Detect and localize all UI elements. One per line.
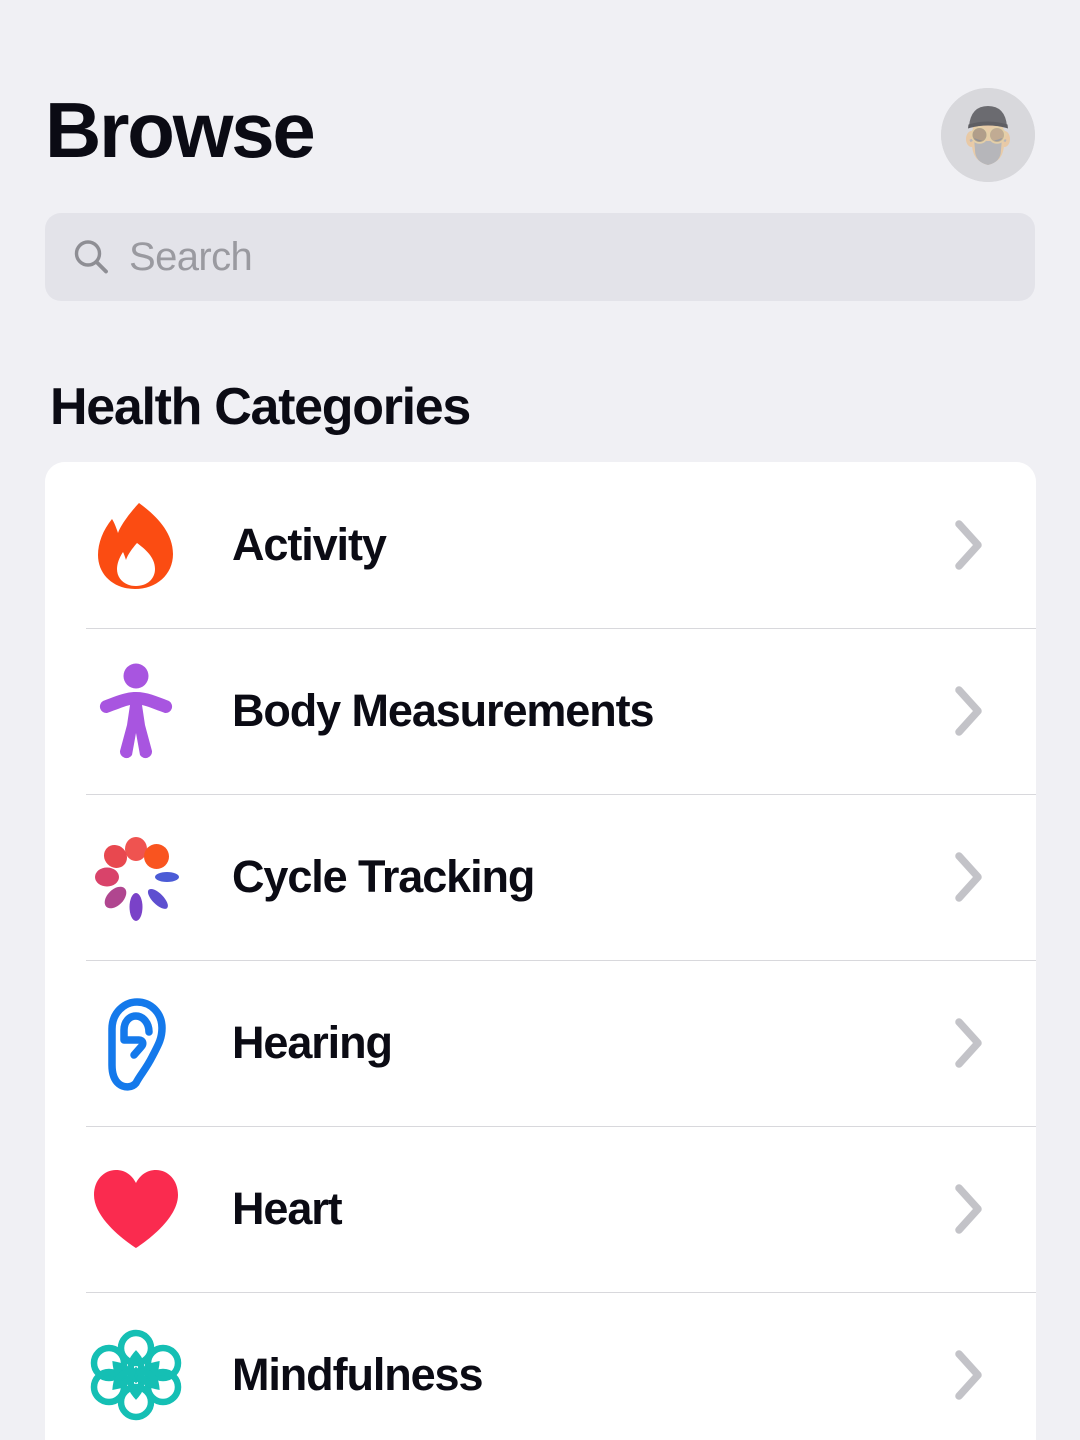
section-title-health-categories: Health Categories <box>50 378 471 436</box>
list-item-label: Mindfulness <box>232 1349 484 1400</box>
chevron-right-icon[interactable] <box>940 1015 998 1071</box>
list-item-label: Activity <box>232 519 387 570</box>
flame-icon <box>88 497 184 593</box>
brain-icon <box>88 1327 184 1423</box>
list-item-mindfulness[interactable]: Mindfulness <box>45 1292 1036 1440</box>
ear-icon <box>88 995 184 1091</box>
chevron-right-icon[interactable] <box>940 683 998 739</box>
list-item-activity[interactable]: Activity <box>45 462 1036 628</box>
avatar[interactable] <box>941 88 1035 182</box>
list-item-label: Hearing <box>232 1017 393 1068</box>
health-browse-screen: Browse Search Health Categories Activity… <box>0 0 1080 1440</box>
body-icon <box>88 663 184 759</box>
chevron-right-icon[interactable] <box>940 1347 998 1403</box>
cycle-icon <box>88 829 184 925</box>
list-item-cycle-tracking[interactable]: Cycle Tracking <box>45 794 1036 960</box>
list-item-heart[interactable]: Heart <box>45 1126 1036 1292</box>
search-bar[interactable] <box>45 213 1035 301</box>
search-input[interactable] <box>129 229 989 285</box>
heart-icon <box>88 1161 184 1257</box>
chevron-right-icon[interactable] <box>940 1181 998 1237</box>
list-item-label: Body Measurements <box>232 685 655 736</box>
page-title: Browse <box>45 86 316 174</box>
health-categories-card: Activity Body Measurements Cycle Trackin… <box>45 462 1036 1440</box>
chevron-right-icon[interactable] <box>940 517 998 573</box>
header: Browse <box>0 0 1080 200</box>
list-item-body-measurements[interactable]: Body Measurements <box>45 628 1036 794</box>
list-item-label: Heart <box>232 1183 343 1234</box>
list-item-label: Cycle Tracking <box>232 851 535 902</box>
search-icon <box>69 235 113 279</box>
list-item-hearing[interactable]: Hearing <box>45 960 1036 1126</box>
chevron-right-icon[interactable] <box>940 849 998 905</box>
